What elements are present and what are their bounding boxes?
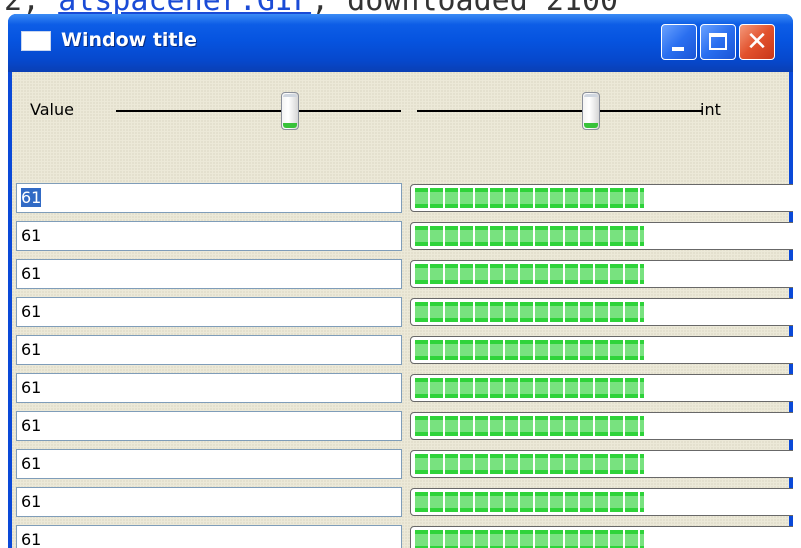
value-text: 61 — [21, 340, 42, 359]
value-row: 61 — [12, 487, 793, 517]
value-text: 61 — [21, 416, 42, 435]
int-label: int — [700, 100, 721, 119]
value-row: 61 — [12, 449, 793, 479]
value-row: 61 — [12, 373, 793, 403]
close-icon: ✕ — [746, 27, 768, 57]
progress-bar — [410, 412, 793, 440]
title-bar[interactable]: Window title ✕ — [8, 14, 793, 72]
progress-bar — [410, 488, 793, 516]
progress-bar — [410, 374, 793, 402]
value-row: 61 — [12, 183, 793, 213]
progress-bar — [410, 450, 793, 478]
progress-fill — [415, 188, 644, 208]
value-text: 61 — [21, 188, 42, 207]
slider-thumb-int[interactable] — [582, 92, 600, 130]
value-text: 61 — [21, 378, 42, 397]
slider-thumb-value[interactable] — [281, 92, 299, 130]
value-text: 61 — [21, 226, 42, 245]
progress-bar — [410, 526, 793, 548]
progress-fill — [415, 302, 644, 322]
value-row: 61 — [12, 297, 793, 327]
maximize-icon — [709, 33, 727, 50]
value-text: 61 — [21, 492, 42, 511]
value-text-field[interactable]: 61 — [16, 525, 402, 548]
value-row: 61 — [12, 335, 793, 365]
progress-bar — [410, 260, 793, 288]
progress-bar — [410, 298, 793, 326]
value-row: 61 — [12, 259, 793, 289]
progress-bar — [410, 222, 793, 250]
value-text-field[interactable]: 61 — [16, 183, 402, 213]
progress-fill — [415, 454, 644, 474]
value-text: 61 — [21, 302, 42, 321]
value-text: 61 — [21, 264, 42, 283]
progress-bar — [410, 336, 793, 364]
progress-fill — [415, 416, 644, 436]
caption-suffix: , downloaded 2100 — [311, 0, 618, 14]
value-text: 61 — [21, 454, 42, 473]
minimize-button[interactable] — [661, 24, 697, 60]
value-text-field[interactable]: 61 — [16, 449, 402, 479]
value-row: 61 — [12, 221, 793, 251]
client-area: Value int 61 61 61 61 61 61 61 61 61 61 — [12, 72, 793, 548]
value-text-field[interactable]: 61 — [16, 335, 402, 365]
minimize-icon — [672, 47, 684, 51]
value-text: 61 — [21, 530, 42, 548]
app-window: Window title ✕ Value int 61 61 61 61 61 61 61 6… — [8, 14, 793, 548]
window-title: Window title — [61, 29, 197, 51]
progress-fill — [415, 378, 644, 398]
maximize-button[interactable] — [700, 24, 736, 60]
slider-row: Value int — [12, 72, 789, 172]
value-text-field[interactable]: 61 — [16, 487, 402, 517]
value-row: 61 — [12, 411, 793, 441]
value-row: 61 — [12, 525, 793, 548]
value-label: Value — [30, 100, 74, 119]
close-button[interactable]: ✕ — [739, 24, 775, 60]
slider-track-int[interactable] — [417, 110, 702, 112]
progress-fill — [415, 530, 644, 548]
value-text-field[interactable]: 61 — [16, 411, 402, 441]
slider-track-value[interactable] — [116, 110, 401, 112]
caption-link[interactable]: alspaceher.GIF — [58, 0, 311, 14]
value-text-field[interactable]: 61 — [16, 373, 402, 403]
progress-fill — [415, 492, 644, 512]
value-text-field[interactable]: 61 — [16, 221, 402, 251]
window-icon — [21, 31, 51, 51]
value-text-field[interactable]: 61 — [16, 259, 402, 289]
caption-prefix: 2, — [4, 0, 58, 14]
progress-fill — [415, 264, 644, 284]
progress-fill — [415, 226, 644, 246]
progress-fill — [415, 340, 644, 360]
value-text-field[interactable]: 61 — [16, 297, 402, 327]
page-caption: 2, alspaceher.GIF, downloaded 2100 — [0, 0, 801, 14]
progress-bar — [410, 184, 793, 212]
